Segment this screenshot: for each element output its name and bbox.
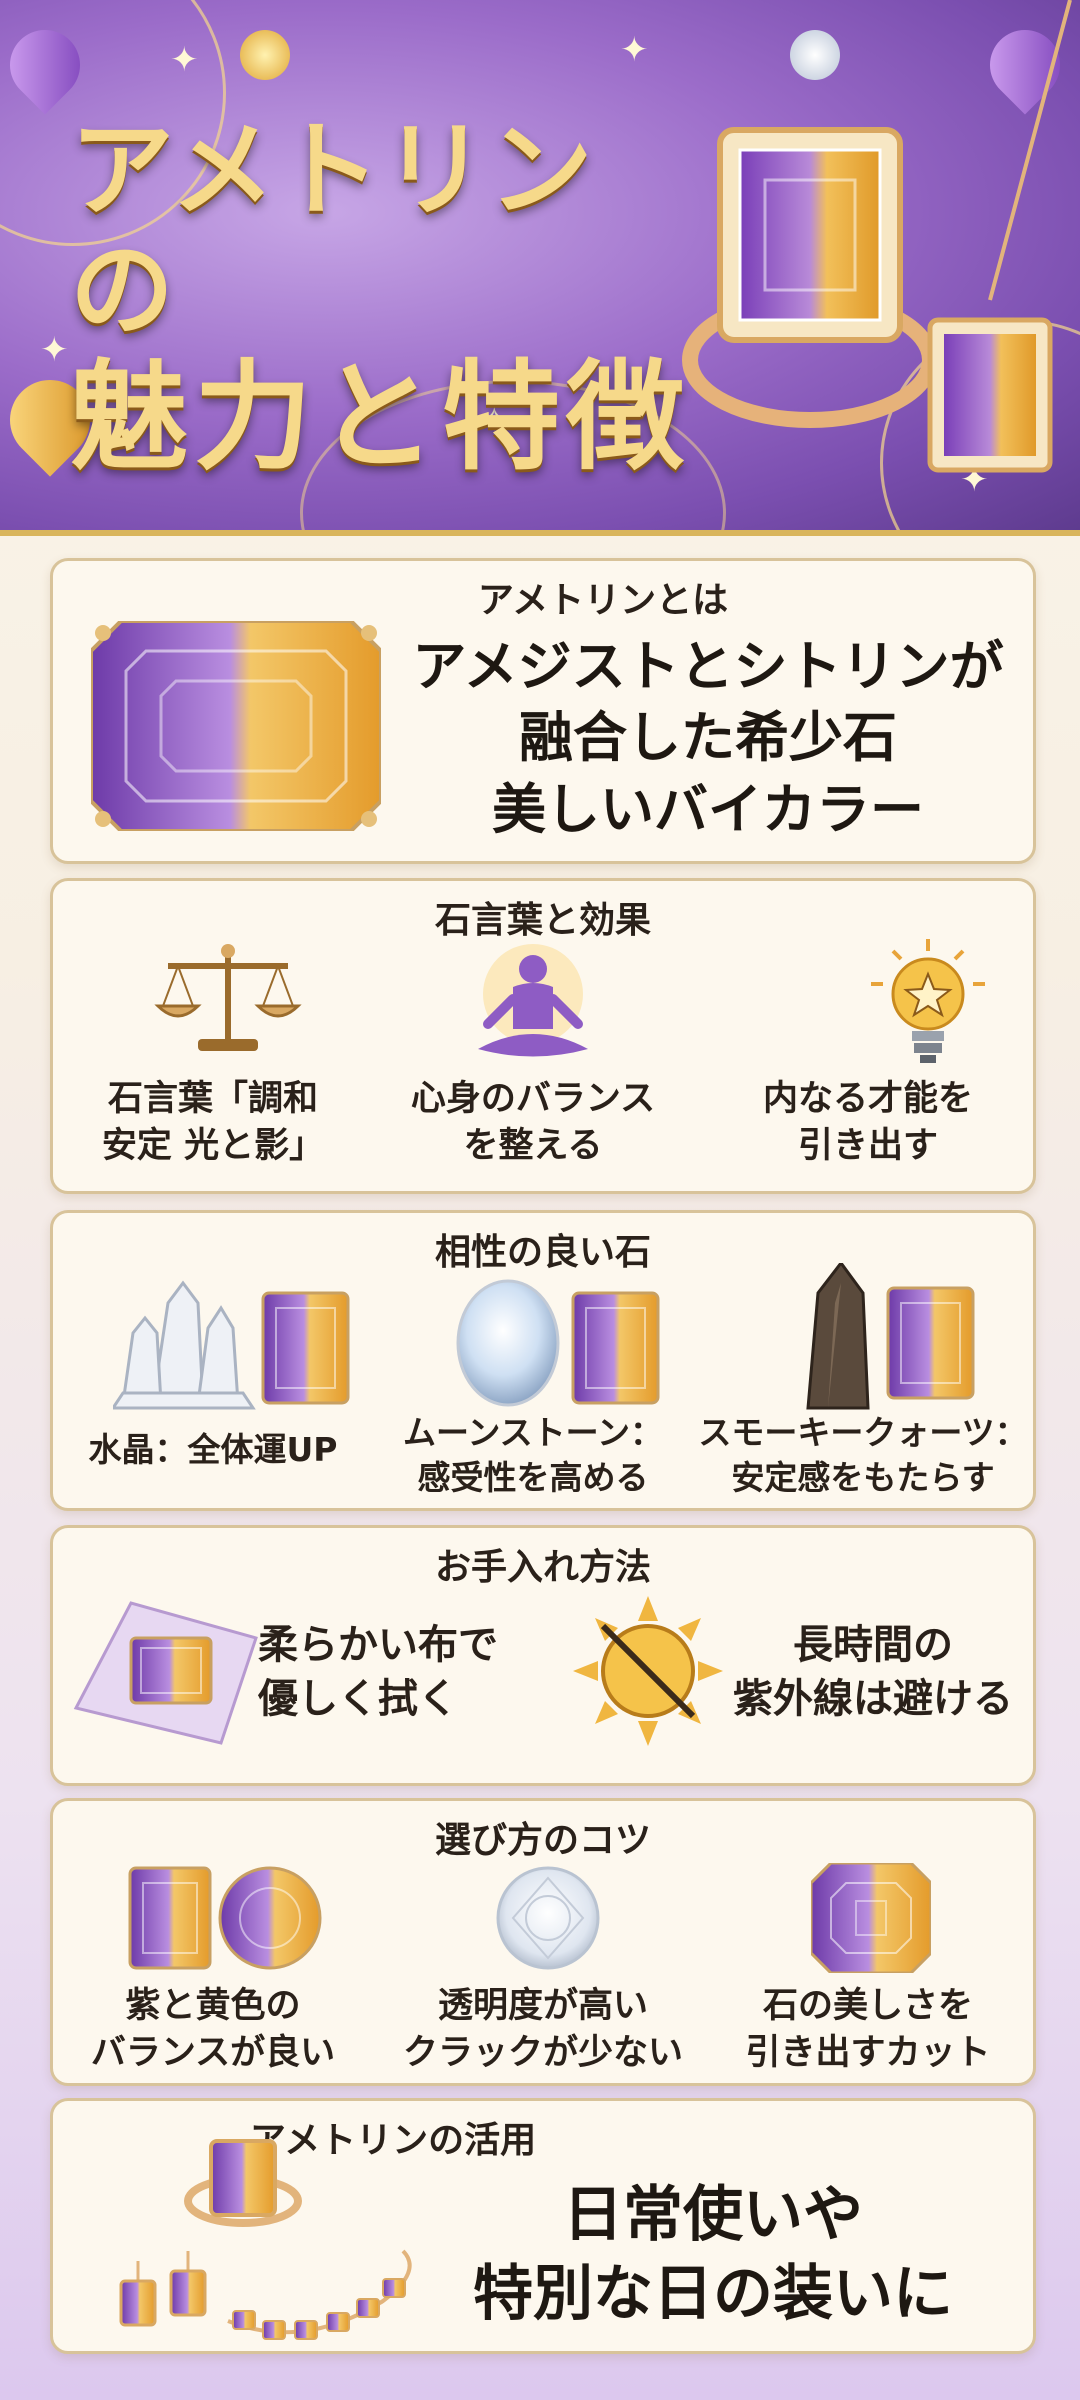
choose-item-1-line-1: 紫と黄色の	[125, 1986, 301, 2026]
choose-item-1: 紫と黄色の バランスが良い	[63, 1983, 363, 2078]
care-card: お手入れ方法 柔らかい布で 優しく拭く 長時間の 紫外線は避ける	[50, 1525, 1036, 1786]
compat-item-3-line-2: 安定感をもたらす	[731, 1457, 995, 1497]
about-title: アメトリンとは	[477, 580, 729, 621]
about-line-3: 美しいバイカラー	[492, 777, 924, 841]
choose-item-2-line-2: クラックが少ない	[402, 2033, 683, 2074]
care-title: お手入れ方法	[434, 1547, 651, 1588]
clear-diamond-icon	[496, 1866, 600, 1970]
choose-item-3-line-2: 引き出すカット	[745, 2033, 991, 2074]
care-item-1: 柔らかい布で 優しく拭く	[258, 1618, 518, 1726]
meaning-item-2-line-1: 心身のバランス	[410, 1079, 656, 1119]
meaning-item-1-line-2: 安定 光と影」	[101, 1126, 325, 1167]
title-line-2: 魅力と特徴	[70, 347, 691, 487]
meditation-icon	[478, 944, 588, 1057]
compat-item-2: ムーンストーン： 感受性を高める	[373, 1411, 693, 1500]
meaning-title: 石言葉と効果	[434, 900, 651, 941]
compat-item-1: 水晶：全体運UP	[53, 1428, 373, 1473]
scale-icon	[154, 944, 302, 1051]
compat-item-3: スモーキークォーツ： 安定感をもたらす	[693, 1411, 1033, 1500]
smoky-quartz-icon	[806, 1263, 975, 1410]
care-item-2-line-2: 紫外線は避ける	[733, 1676, 1013, 1722]
care-item-2-line-1: 長時間の	[793, 1622, 953, 1668]
cut-gem-icon	[811, 1863, 931, 1973]
choose-item-3: 石の美しさを 引き出すカット	[713, 1983, 1023, 2078]
compat-item-2-line-2: 感受性を高める	[417, 1457, 649, 1497]
about-line-1: アメジストとシトリンが	[412, 635, 1004, 698]
choose-item-2: 透明度が高い クラックが少ない	[383, 1983, 703, 2078]
header-banner: ✦ ✦ ✦ ✧ ✦ アメトリンの 魅力と特徴	[0, 0, 1080, 536]
choose-card: 選び方のコツ 紫と黄色の バランスが良い 透明度が高い クラックが少ない 石の美…	[50, 1798, 1036, 2086]
about-description: アメジストとシトリンが 融合した希少石 美しいバイカラー	[393, 631, 1023, 845]
choose-item-3-line-1: 石の美しさを	[762, 1986, 973, 2026]
compat-item-3-line-1: スモーキークォーツ：	[698, 1413, 1028, 1452]
meaning-item-3-line-2: 引き出す	[797, 1126, 938, 1167]
care-item-2: 長時間の 紫外線は避ける	[723, 1618, 1023, 1726]
care-item-1-line-2: 優しく拭く	[258, 1676, 458, 1722]
cloth-icon	[73, 1601, 258, 1745]
bicolor-gem-icon	[128, 1866, 322, 1970]
lightbulb-icon	[871, 939, 985, 1063]
compat-item-2-line-1: ムーンストーン：	[402, 1413, 664, 1452]
usage-line-2: 特別な日の装いに	[473, 2259, 953, 2330]
compat-item-1-line-1: 水晶：全体運UP	[88, 1430, 338, 1469]
usage-line-1: 日常使いや	[563, 2180, 863, 2250]
meaning-item-3: 内なる才能を 引き出す	[713, 1076, 1023, 1171]
choose-item-1-line-2: バランスが良い	[90, 2033, 336, 2074]
meaning-item-2-line-2: を整える	[463, 1126, 603, 1167]
diamond-round-icon	[790, 30, 840, 80]
about-line-2: 融合した希少石	[519, 706, 897, 770]
page-title: アメトリンの 魅力と特徴	[70, 110, 690, 485]
crystal-quartz-icon	[113, 1280, 350, 1410]
citrine-round-icon	[240, 30, 290, 80]
compat-card: 相性の良い石 水晶：全体運UP ムーンストーン： 感受性を高める スモーキークォ…	[50, 1210, 1036, 1511]
about-card: アメトリンとは アメジストとシトリンが 融合した希少石 美しいバイカラー	[50, 558, 1036, 864]
choose-title: 選び方のコツ	[434, 1820, 651, 1861]
meaning-item-2: 心身のバランス を整える	[383, 1076, 683, 1171]
meaning-item-1: 石言葉「調和 安定 光と影」	[63, 1076, 363, 1171]
ametrine-pendant-icon	[927, 0, 1072, 473]
sparkle-icon: ✦	[170, 40, 199, 80]
title-line-1: アメトリンの	[70, 108, 595, 351]
meaning-item-3-line-1: 内なる才能を	[762, 1079, 973, 1119]
choose-item-2-line-1: 透明度が高い	[437, 1986, 648, 2026]
moonstone-icon	[456, 1279, 660, 1407]
ametrine-emerald-cut-icon	[91, 621, 381, 831]
no-sun-icon	[573, 1596, 723, 1746]
usage-description: 日常使いや 特別な日の装いに	[403, 2176, 1023, 2334]
sparkle-icon: ✦	[40, 330, 69, 370]
usage-card: アメトリンの活用 日常使いや 特別な日の装いに	[50, 2098, 1036, 2354]
sparkle-icon: ✦	[620, 30, 649, 70]
meaning-item-1-line-1: 石言葉「調和	[107, 1079, 318, 1119]
meaning-card: 石言葉と効果 石言葉「調和 安定 光と影」 心身のバランス を整える 内なる才能…	[50, 878, 1036, 1194]
care-item-1-line-1: 柔らかい布で	[258, 1622, 498, 1668]
jewelry-set-icon	[119, 2139, 412, 2340]
